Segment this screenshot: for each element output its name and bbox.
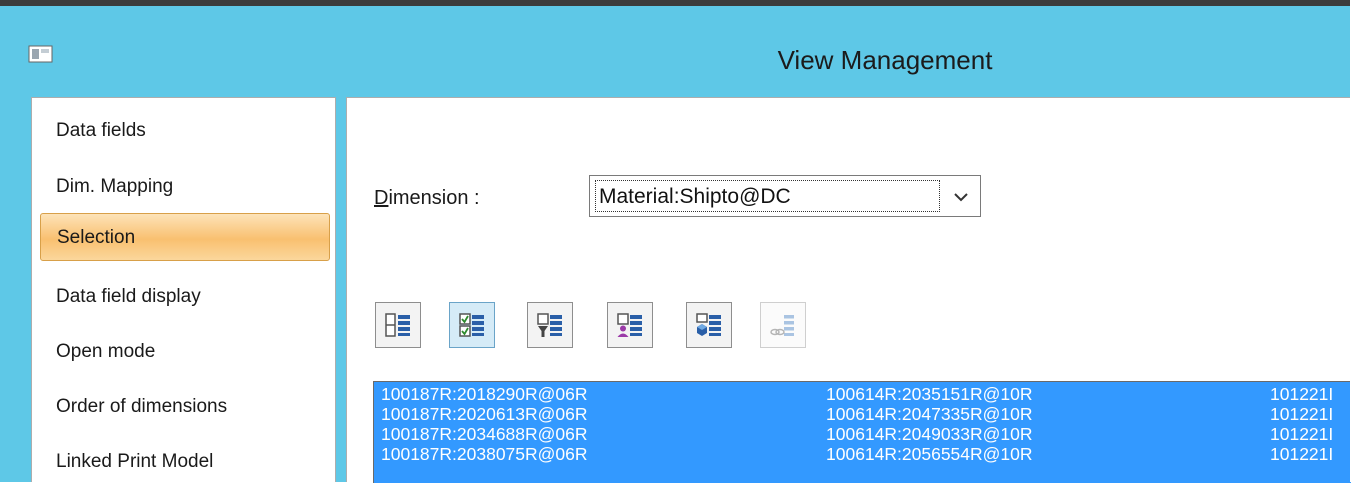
- list-item[interactable]: 101221I: [1270, 444, 1333, 464]
- list-item[interactable]: 100614R:2049033R@10R: [826, 424, 1033, 444]
- checklist-view-icon: [459, 313, 484, 337]
- nav-item-data-fields[interactable]: Data fields: [56, 120, 146, 142]
- list-column: 100187R:2018290R@06R 100187R:2020613R@06…: [381, 384, 588, 464]
- dimension-label-mnemonic: D: [374, 187, 389, 209]
- chevron-down-icon[interactable]: [952, 188, 970, 206]
- nav-item-order-of-dimensions[interactable]: Order of dimensions: [56, 396, 227, 418]
- window-title: View Management: [777, 45, 993, 75]
- user-list-icon: [617, 313, 642, 337]
- dimension-dropdown-focus: Material:Shipto@DC: [595, 180, 940, 212]
- list-item[interactable]: 100614R:2056554R@10R: [826, 444, 1033, 464]
- list-item[interactable]: 100187R:2018290R@06R: [381, 384, 588, 404]
- list-item[interactable]: 100614R:2047335R@10R: [826, 404, 1033, 424]
- list-view-icon: [385, 313, 410, 337]
- list-item[interactable]: 100187R:2020613R@06R: [381, 404, 588, 424]
- list-item[interactable]: 100187R:2038075R@06R: [381, 444, 588, 464]
- list-column: 100614R:2035151R@10R 100614R:2047335R@10…: [826, 384, 1033, 464]
- filter-list-button[interactable]: [527, 302, 573, 348]
- list-item[interactable]: 100187R:2034688R@06R: [381, 424, 588, 444]
- list-view-button[interactable]: [375, 302, 421, 348]
- nav-item-selection-label: Selection: [57, 227, 136, 248]
- nav-item-selection[interactable]: Selection: [40, 213, 330, 261]
- nav-item-data-field-display[interactable]: Data field display: [56, 286, 201, 308]
- list-item[interactable]: 101221I: [1270, 404, 1333, 424]
- link-list-icon: [770, 315, 794, 336]
- nav-item-open-mode[interactable]: Open mode: [56, 341, 155, 363]
- link-list-button[interactable]: [760, 302, 806, 348]
- list-item[interactable]: 101221I: [1270, 384, 1333, 404]
- nav-item-linked-print-model[interactable]: Linked Print Model: [56, 451, 213, 473]
- list-item[interactable]: 101221I: [1270, 424, 1333, 444]
- dimension-dropdown[interactable]: Material:Shipto@DC: [589, 175, 981, 217]
- cube-list-icon: [696, 313, 721, 336]
- screen-edge: [1350, 0, 1360, 482]
- dimension-label-text: imension :: [388, 187, 480, 209]
- list-item[interactable]: 100614R:2035151R@10R: [826, 384, 1033, 404]
- list-column: 101221I 101221I 101221I 101221I: [1270, 384, 1333, 464]
- content-panel: Dimension : Material:Shipto@DC 100187R:2…: [346, 97, 1351, 483]
- filter-list-icon: [537, 313, 562, 337]
- title-bar[interactable]: View Management: [0, 6, 1350, 86]
- cube-list-button[interactable]: [686, 302, 732, 348]
- selection-list[interactable]: 100187R:2018290R@06R 100187R:2020613R@06…: [373, 381, 1351, 483]
- nav-item-dim-mapping[interactable]: Dim. Mapping: [56, 176, 173, 198]
- checklist-view-button[interactable]: [449, 302, 495, 348]
- dimension-label: Dimension :: [374, 187, 480, 210]
- user-list-button[interactable]: [607, 302, 653, 348]
- dimension-dropdown-value: Material:Shipto@DC: [599, 185, 791, 208]
- nav-panel: Data fields Dim. Mapping Selection Data …: [31, 97, 336, 482]
